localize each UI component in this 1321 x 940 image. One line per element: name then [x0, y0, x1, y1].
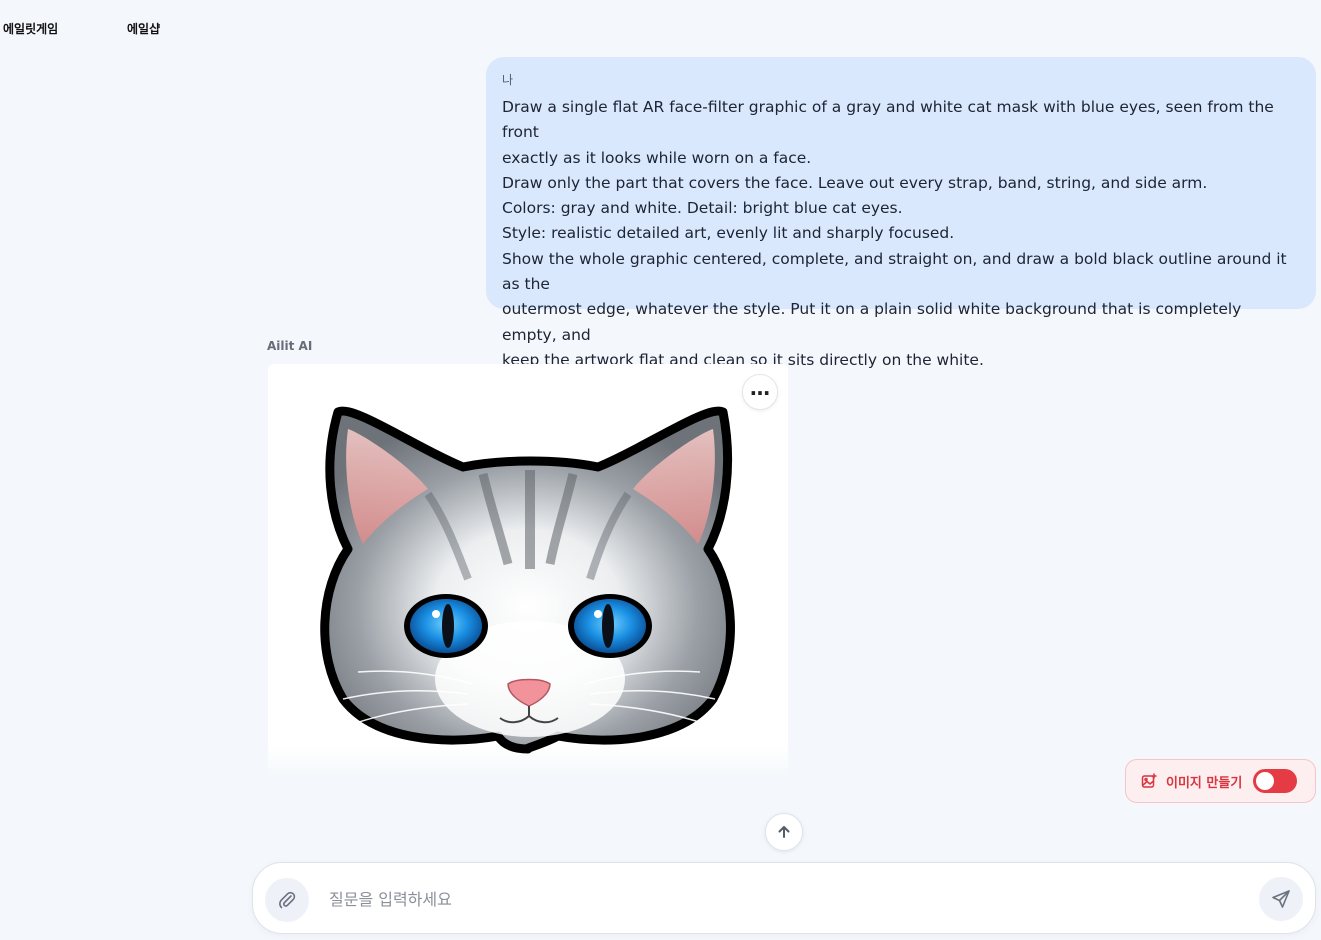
- send-icon: [1272, 890, 1290, 908]
- nav-link-shop[interactable]: 에일샵: [127, 20, 160, 37]
- generated-cat-mask-image[interactable]: [268, 364, 788, 778]
- top-nav: 에일릿게임 에일샵: [0, 0, 400, 56]
- image-create-toggle[interactable]: 이미지 만들기: [1125, 759, 1316, 803]
- user-message-line: Draw a single flat AR face-filter graphi…: [502, 98, 1274, 142]
- user-message-line: Style: realistic detailed art, evenly li…: [502, 224, 955, 243]
- user-sender-label: 나: [502, 73, 514, 87]
- user-message-line: Show the whole graphic centered, complet…: [502, 249, 1287, 294]
- attach-button[interactable]: [265, 878, 309, 922]
- scroll-up-button[interactable]: [765, 813, 803, 851]
- send-button[interactable]: [1259, 877, 1303, 921]
- ellipsis-icon: …: [750, 376, 770, 400]
- user-message-line: outermost edge, whatever the style. Put …: [502, 300, 1242, 344]
- image-create-switch[interactable]: [1253, 769, 1298, 793]
- image-create-label: 이미지 만들기: [1166, 775, 1243, 791]
- arrow-up-icon: [778, 826, 790, 838]
- question-input[interactable]: [329, 881, 1229, 917]
- ai-sender-label: Ailit AI: [267, 339, 313, 353]
- user-message-line: exactly as it looks while worn on a face…: [502, 148, 812, 167]
- nav-link-game[interactable]: 에일릿게임: [3, 20, 58, 37]
- user-message-bubble: 나 Draw a single flat AR face-filter grap…: [486, 57, 1316, 369]
- switch-knob: [1256, 772, 1275, 790]
- image-plus-icon: [1141, 773, 1157, 788]
- user-message-line: Colors: gray and white. Detail: bright b…: [502, 199, 903, 218]
- generated-image-card: …: [268, 364, 788, 778]
- paperclip-icon: [279, 891, 296, 909]
- more-options-button[interactable]: …: [742, 374, 778, 410]
- user-message-line: Draw only the part that covers the face.…: [502, 173, 1208, 192]
- message-composer: [252, 862, 1316, 934]
